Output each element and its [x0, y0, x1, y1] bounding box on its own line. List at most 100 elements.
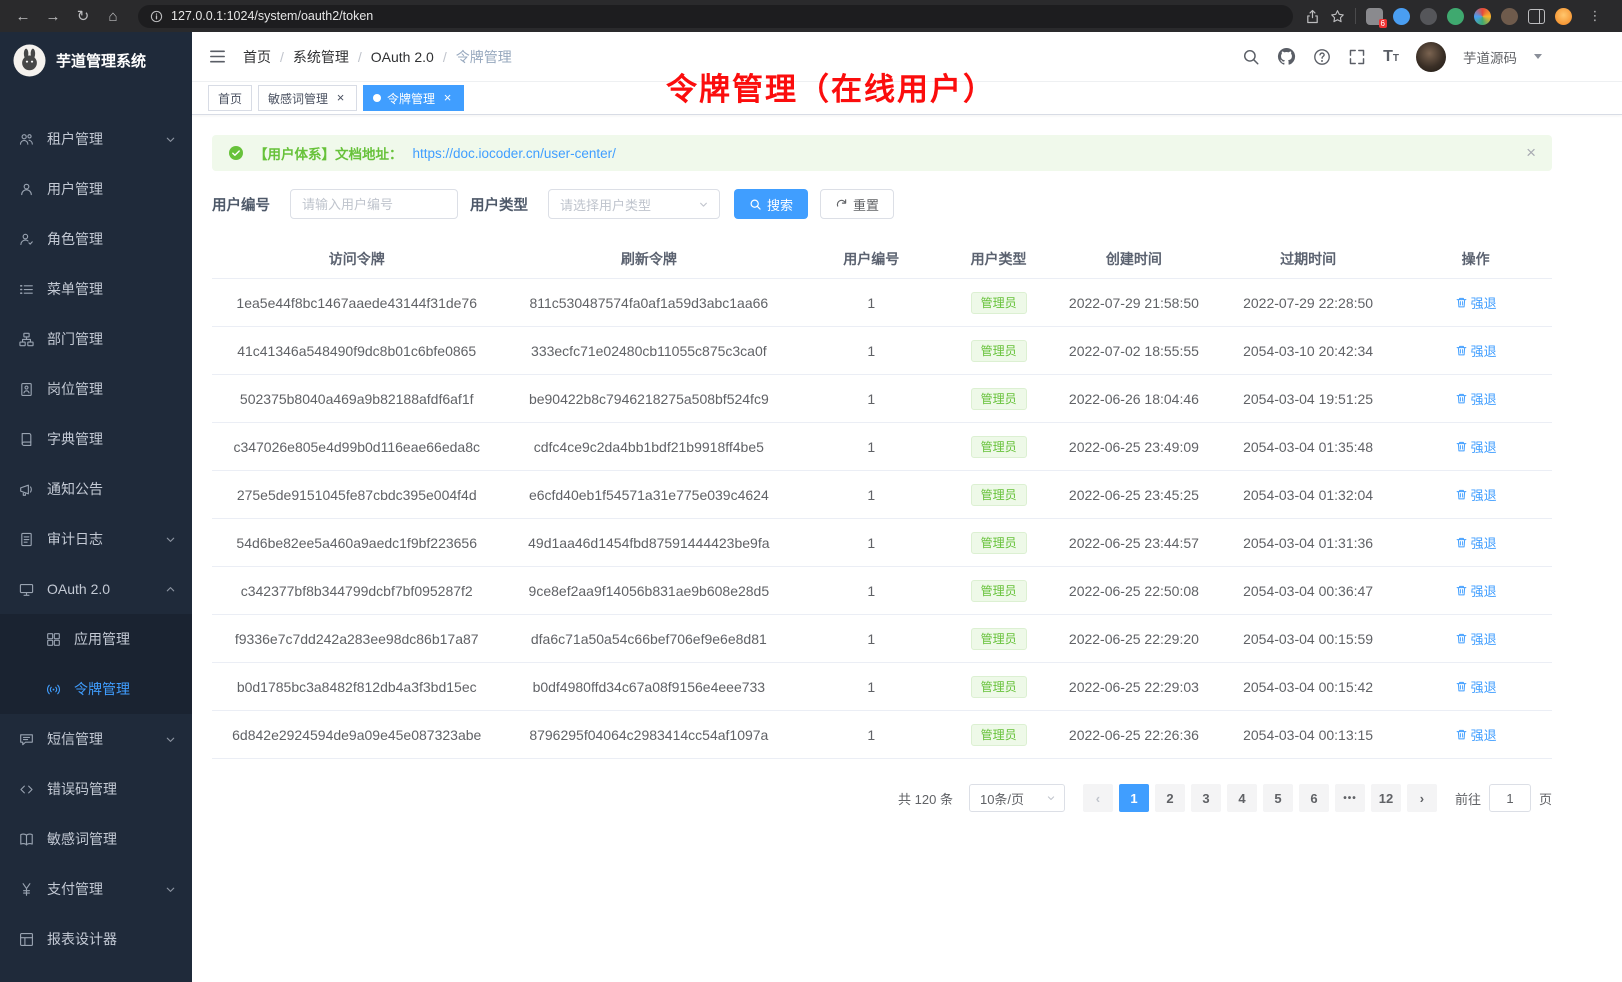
tab-首页[interactable]: 首页 — [208, 85, 252, 111]
goto-page-input[interactable] — [1489, 784, 1531, 812]
force-logout-button[interactable]: 强退 — [1455, 437, 1497, 456]
force-logout-button[interactable]: 强退 — [1455, 293, 1497, 312]
app-logo[interactable]: 芋道管理系统 — [0, 32, 192, 88]
force-logout-button[interactable]: 强退 — [1455, 341, 1497, 360]
font-size-icon[interactable]: TT — [1383, 49, 1399, 65]
pager-more-button[interactable]: ••• — [1335, 784, 1365, 812]
github-icon[interactable] — [1277, 47, 1296, 66]
sidebar-item-应用管理[interactable]: 应用管理 — [0, 614, 192, 664]
sidebar-toggle-icon[interactable] — [208, 47, 227, 66]
user-menu-caret-icon[interactable] — [1534, 54, 1542, 59]
logo-avatar — [13, 44, 46, 77]
cell-user-id: 1 — [796, 295, 946, 311]
sidebar-item-OAuth 2.0[interactable]: OAuth 2.0 — [0, 564, 192, 614]
delete-icon — [1455, 392, 1468, 405]
sidebar-item-租户管理[interactable]: 租户管理 — [0, 114, 192, 164]
force-logout-button[interactable]: 强退 — [1455, 485, 1497, 504]
extensions-puzzle-icon[interactable] — [1474, 8, 1491, 25]
sidebar-item-菜单管理[interactable]: 菜单管理 — [0, 264, 192, 314]
profile-avatar-icon[interactable] — [1555, 8, 1572, 25]
sidebar-item-通知公告[interactable]: 通知公告 — [0, 464, 192, 514]
sidebar-item-角色管理[interactable]: 角色管理 — [0, 214, 192, 264]
extension-icon[interactable] — [1447, 8, 1464, 25]
sidebar-item-报表设计器[interactable]: 报表设计器 — [0, 914, 192, 964]
search-button[interactable]: 搜索 — [734, 189, 808, 219]
user-id-input[interactable] — [290, 189, 458, 219]
user-type-select[interactable]: 请选择用户类型 — [548, 189, 720, 219]
breadcrumb-item-OAuth 2.0[interactable]: OAuth 2.0 — [371, 49, 434, 65]
doc-link[interactable]: https://doc.iocoder.cn/user-center/ — [413, 146, 616, 161]
tree-icon — [19, 332, 35, 347]
force-logout-button[interactable]: 强退 — [1455, 725, 1497, 744]
cell-refresh-token: 49d1aa46d1454fbd87591444423be9fa — [501, 535, 796, 551]
back-icon[interactable]: ← — [10, 4, 36, 28]
page-button-3[interactable]: 3 — [1191, 784, 1221, 812]
extension-icon[interactable]: 6 — [1366, 8, 1383, 25]
sidebar-item-错误码管理[interactable]: 错误码管理 — [0, 764, 192, 814]
browser-menu-icon[interactable]: ⋮ — [1582, 4, 1608, 28]
next-page-button[interactable]: › — [1407, 784, 1437, 812]
force-logout-button[interactable]: 强退 — [1455, 629, 1497, 648]
cell-user-type: 管理员 — [946, 580, 1051, 602]
breadcrumb-item-系统管理[interactable]: 系统管理 — [293, 47, 349, 67]
page-button-4[interactable]: 4 — [1227, 784, 1257, 812]
tab-close-icon[interactable]: × — [441, 92, 454, 104]
sidebar-item-用户管理[interactable]: 用户管理 — [0, 164, 192, 214]
extension-icon[interactable] — [1420, 8, 1437, 25]
forward-icon[interactable]: → — [40, 4, 66, 28]
page-button-12[interactable]: 12 — [1371, 784, 1401, 812]
extension-icon[interactable] — [1501, 8, 1518, 25]
page-button-5[interactable]: 5 — [1263, 784, 1293, 812]
username[interactable]: 芋道源码 — [1463, 47, 1517, 67]
extension-icon[interactable] — [1393, 8, 1410, 25]
sidebar-item-label: 部门管理 — [47, 329, 103, 349]
breadcrumb-item-首页[interactable]: 首页 — [243, 47, 271, 67]
yen-icon — [19, 882, 35, 897]
column-header-创建时间: 创建时间 — [1051, 249, 1217, 269]
fullscreen-icon[interactable] — [1348, 48, 1366, 66]
cell-refresh-token: dfa6c71a50a54c66bef706ef9e6e8d81 — [501, 631, 796, 647]
page-button-1[interactable]: 1 — [1119, 784, 1149, 812]
reset-button[interactable]: 重置 — [820, 189, 894, 219]
sidebar-item-令牌管理[interactable]: 令牌管理 — [0, 664, 192, 714]
force-logout-button[interactable]: 强退 — [1455, 581, 1497, 600]
sidebar-item-短信管理[interactable]: 短信管理 — [0, 714, 192, 764]
cell-access-token: 6d842e2924594de9a09e45e087323abe — [212, 727, 501, 743]
sidebar-item-敏感词管理[interactable]: 敏感词管理 — [0, 814, 192, 864]
force-logout-button[interactable]: 强退 — [1455, 677, 1497, 696]
bookmark-star-icon[interactable] — [1330, 9, 1345, 24]
grid-icon — [46, 632, 62, 647]
tab-split-icon[interactable] — [1528, 9, 1545, 24]
table-row: b0d1785bc3a8482f812db4a3f3bd15ecb0df4980… — [212, 663, 1552, 711]
force-logout-button[interactable]: 强退 — [1455, 389, 1497, 408]
info-icon[interactable] — [150, 10, 163, 23]
alert-close-icon[interactable]: × — [1526, 143, 1536, 163]
share-icon[interactable] — [1305, 9, 1320, 24]
sidebar-item-岗位管理[interactable]: 岗位管理 — [0, 364, 192, 414]
cell-access-token: 275e5de9151045fe87cbdc395e004f4d — [212, 487, 501, 503]
prev-page-button[interactable]: ‹ — [1083, 784, 1113, 812]
sidebar-item-审计日志[interactable]: 审计日志 — [0, 514, 192, 564]
reload-icon[interactable]: ↻ — [70, 4, 96, 28]
cell-refresh-token: b0df4980ffd34c67a08f9156e4eee733 — [501, 679, 796, 695]
tab-敏感词管理[interactable]: 敏感词管理× — [258, 85, 357, 111]
cell-created-time: 2022-06-25 22:50:08 — [1051, 583, 1217, 599]
help-icon[interactable] — [1313, 48, 1331, 66]
page-button-2[interactable]: 2 — [1155, 784, 1185, 812]
tab-令牌管理[interactable]: 令牌管理× — [363, 85, 464, 111]
home-icon[interactable]: ⌂ — [100, 4, 126, 28]
address-bar[interactable]: 127.0.0.1:1024/system/oauth2/token — [138, 5, 1293, 28]
cell-created-time: 2022-07-29 21:58:50 — [1051, 295, 1217, 311]
search-icon[interactable] — [1242, 48, 1260, 66]
sidebar-item-字典管理[interactable]: 字典管理 — [0, 414, 192, 464]
user-avatar[interactable] — [1416, 42, 1446, 72]
tab-close-icon[interactable]: × — [334, 92, 347, 104]
sidebar-item-支付管理[interactable]: 支付管理 — [0, 864, 192, 914]
page-button-6[interactable]: 6 — [1299, 784, 1329, 812]
cell-access-token: c347026e805e4d99b0d116eae66eda8c — [212, 439, 501, 455]
page-size-select[interactable]: 10条/页 — [969, 784, 1065, 812]
cell-actions: 强退 — [1399, 629, 1552, 648]
sidebar-item-部门管理[interactable]: 部门管理 — [0, 314, 192, 364]
force-logout-button[interactable]: 强退 — [1455, 533, 1497, 552]
submenu: 应用管理令牌管理 — [0, 614, 192, 714]
